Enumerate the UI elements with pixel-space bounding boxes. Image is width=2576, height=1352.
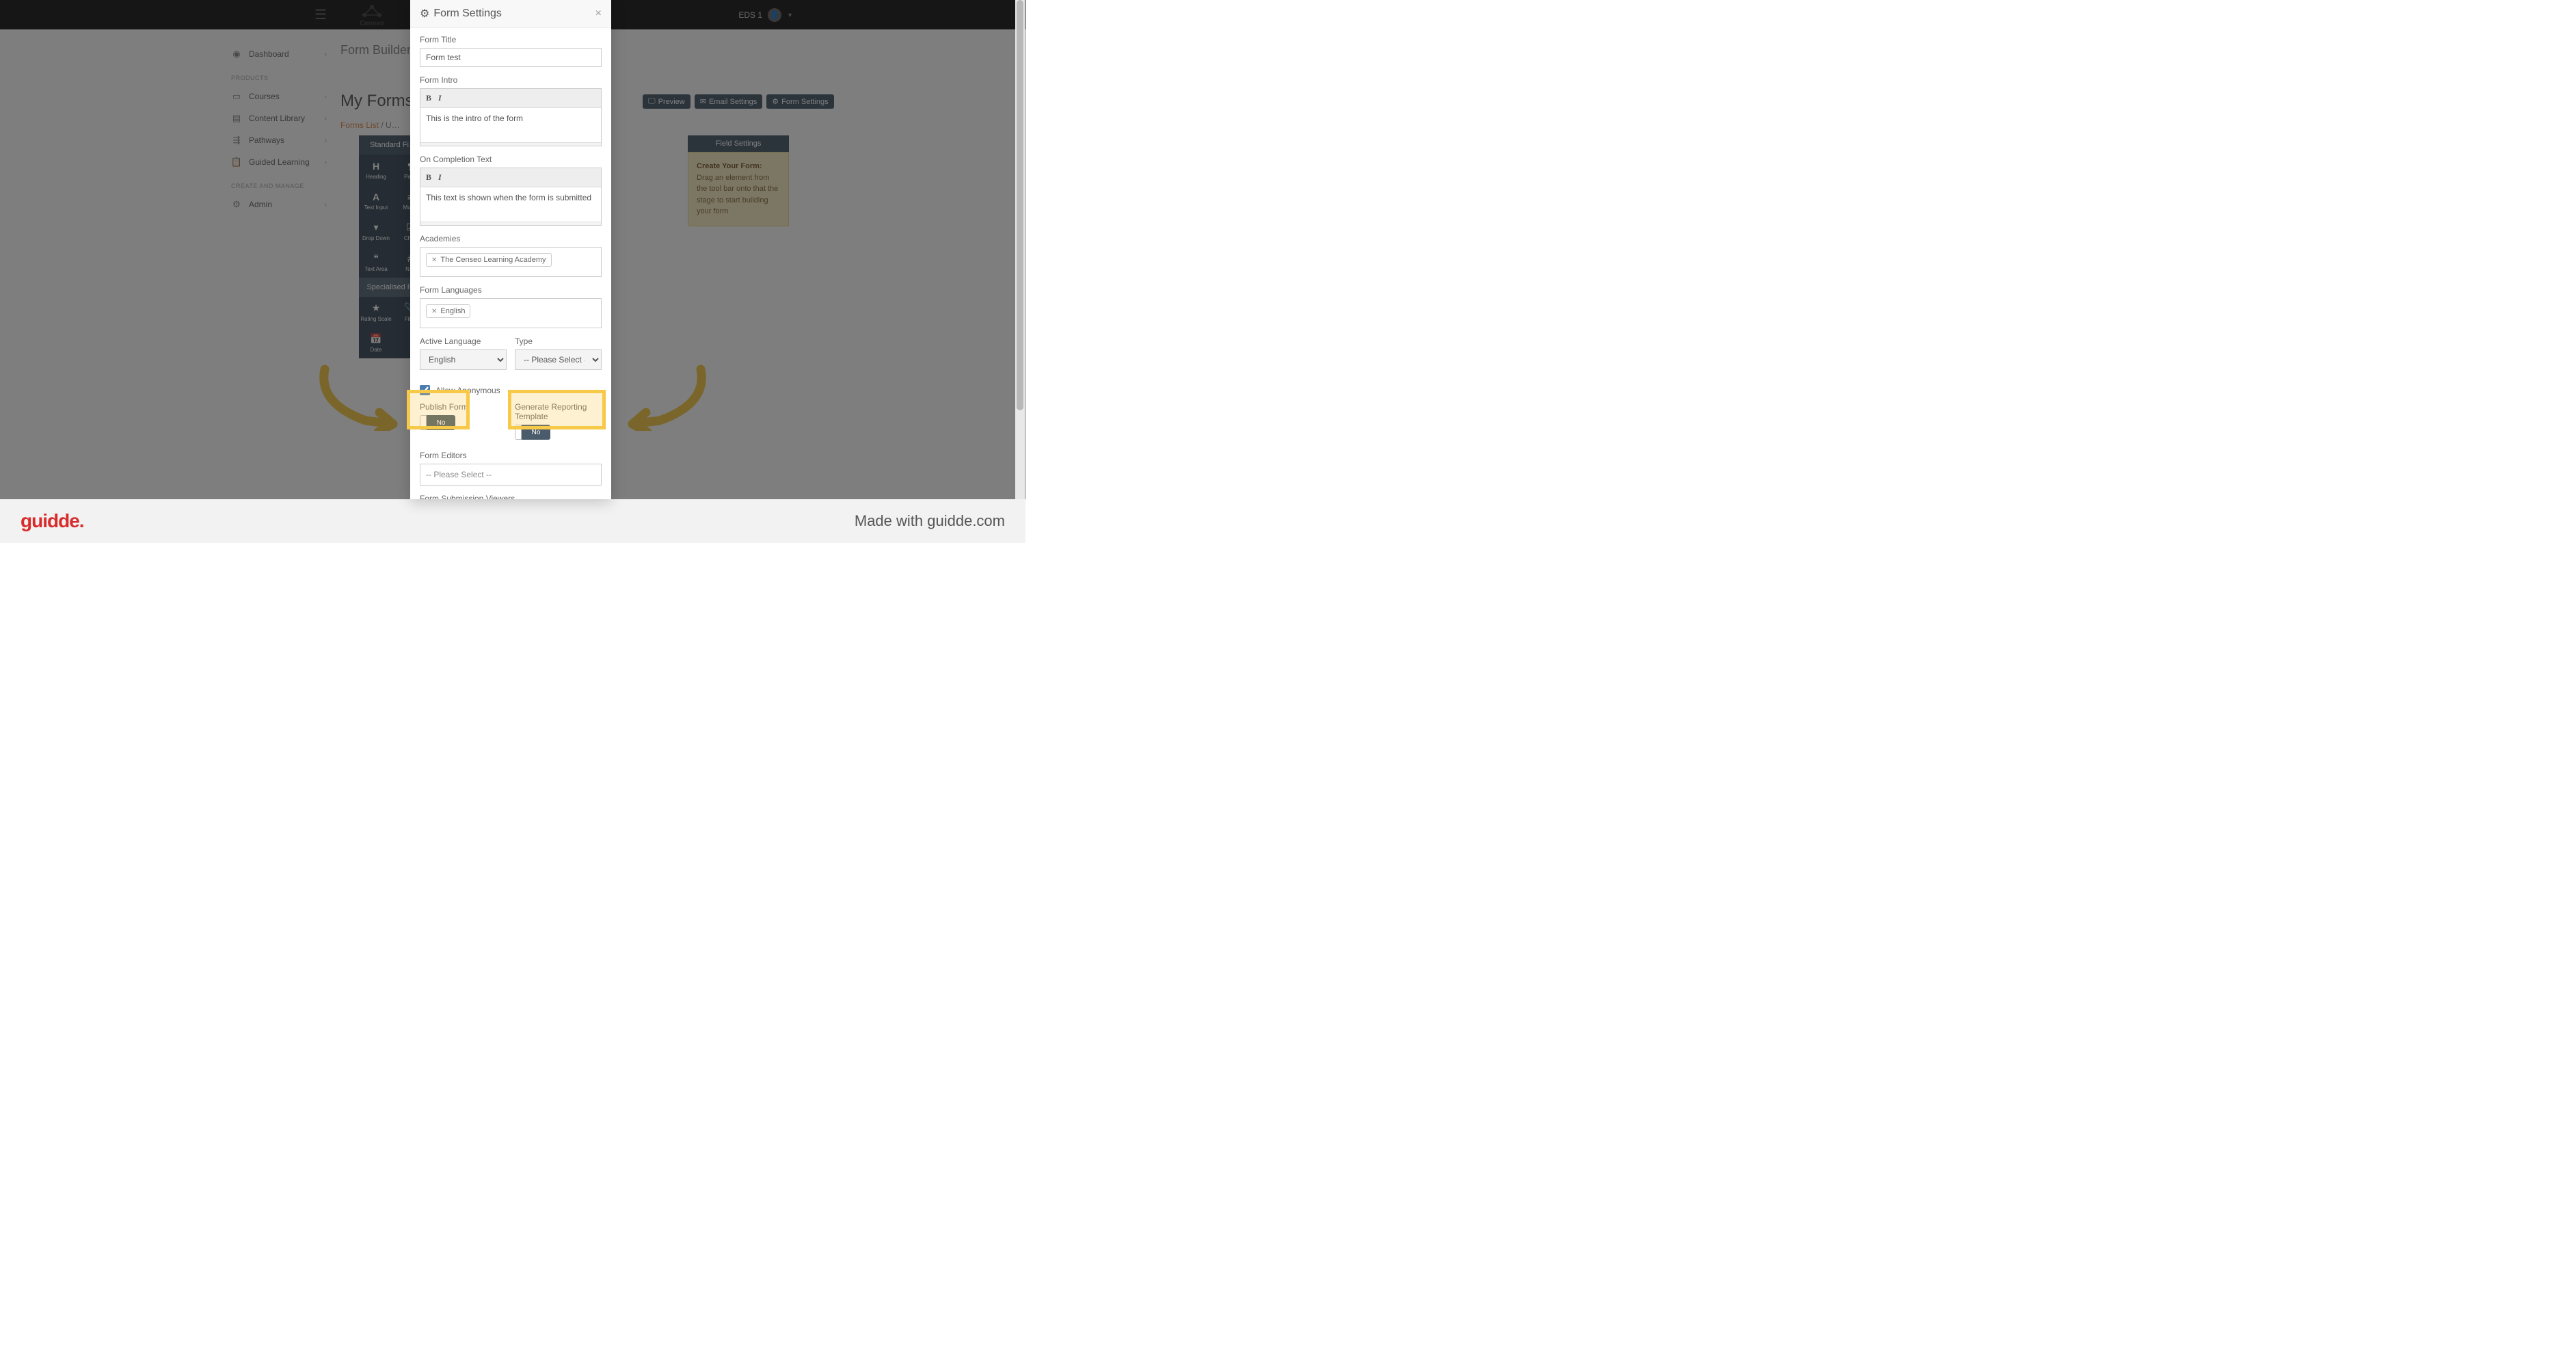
allow-anonymous-label: Allow Anonymous: [435, 386, 500, 395]
gear-icon: ⚙: [420, 7, 429, 21]
modal-header: ⚙ Form Settings ×: [410, 0, 611, 28]
form-intro-label: Form Intro: [420, 75, 602, 85]
rte-toolbar: B I: [420, 168, 601, 187]
language-tag[interactable]: ✕English: [426, 304, 470, 318]
toggle-knob: [420, 415, 427, 430]
tag-label: English: [440, 307, 465, 315]
academy-tag[interactable]: ✕The Censeo Learning Academy: [426, 253, 552, 267]
on-completion-label: On Completion Text: [420, 155, 602, 164]
app-root: ☰ Censeo EDS 1 ▼ ◉ Dashboard › PRODUCTS …: [0, 0, 1025, 499]
generate-template-toggle[interactable]: No: [515, 425, 550, 440]
form-intro-editor[interactable]: B I This is the intro of the form: [420, 88, 602, 146]
guidde-logo: guidde.: [21, 510, 84, 532]
form-title-input[interactable]: [420, 48, 602, 67]
toggle-knob: [515, 425, 522, 440]
modal-title: ⚙ Form Settings: [420, 7, 502, 21]
toggle-value: No: [522, 425, 550, 440]
academies-label: Academies: [420, 234, 602, 243]
scrollbar-thumb[interactable]: [1017, 0, 1023, 410]
italic-icon[interactable]: I: [438, 93, 442, 103]
type-label: Type: [515, 336, 602, 346]
type-select[interactable]: -- Please Select --: [515, 349, 602, 370]
close-icon[interactable]: ✕: [431, 308, 437, 315]
modal-body: Form Title Form Intro B I This is the in…: [410, 28, 611, 499]
form-editors-select[interactable]: -- Please Select --: [420, 464, 602, 486]
modal-title-text: Form Settings: [433, 8, 502, 20]
active-language-label: Active Language: [420, 336, 507, 346]
rte-content[interactable]: This text is shown when the form is subm…: [420, 187, 601, 222]
resize-handle[interactable]: [420, 142, 601, 146]
generate-template-label: Generate Reporting Template: [515, 402, 602, 421]
resize-handle[interactable]: [420, 222, 601, 225]
languages-input[interactable]: ✕English: [420, 298, 602, 328]
rte-content[interactable]: This is the intro of the form: [420, 108, 601, 142]
on-completion-editor[interactable]: B I This text is shown when the form is …: [420, 168, 602, 226]
form-editors-label: Form Editors: [420, 451, 602, 460]
tag-label: The Censeo Learning Academy: [440, 256, 546, 264]
publish-form-toggle[interactable]: No: [420, 415, 455, 430]
form-settings-modal: ⚙ Form Settings × Form Title Form Intro …: [410, 0, 611, 499]
guidde-footer: guidde. Made with guidde.com: [0, 499, 1025, 543]
close-icon[interactable]: ✕: [431, 256, 437, 264]
form-viewers-label: Form Submission Viewers: [420, 494, 602, 499]
italic-icon[interactable]: I: [438, 172, 442, 183]
bold-icon[interactable]: B: [426, 172, 431, 183]
form-languages-label: Form Languages: [420, 285, 602, 295]
vertical-scrollbar[interactable]: [1015, 0, 1025, 499]
active-language-select[interactable]: English: [420, 349, 507, 370]
rte-toolbar: B I: [420, 89, 601, 108]
form-title-label: Form Title: [420, 35, 602, 44]
allow-anonymous-row[interactable]: Allow Anonymous: [420, 385, 602, 395]
close-icon[interactable]: ×: [595, 8, 602, 20]
academies-input[interactable]: ✕The Censeo Learning Academy: [420, 247, 602, 277]
allow-anonymous-checkbox[interactable]: [420, 385, 430, 395]
toggle-value: No: [427, 415, 455, 430]
publish-form-label: Publish Form: [420, 402, 507, 412]
guidde-tagline: Made with guidde.com: [855, 512, 1005, 530]
bold-icon[interactable]: B: [426, 93, 431, 103]
